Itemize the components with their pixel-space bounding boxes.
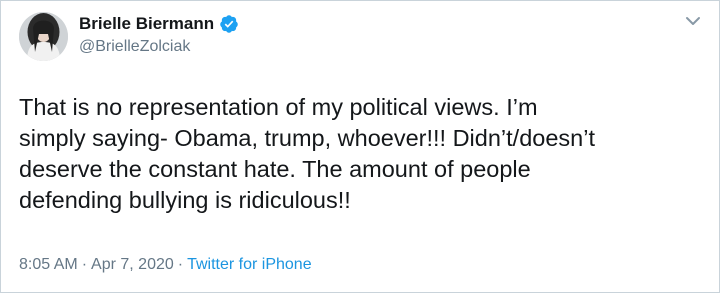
avatar-image: [19, 12, 68, 61]
tweet-date[interactable]: Apr 7, 2020: [91, 256, 174, 273]
separator: ·: [177, 256, 184, 273]
chevron-down-icon[interactable]: [685, 15, 701, 27]
tweet-time[interactable]: 8:05 AM: [19, 256, 78, 273]
author-name-row: Brielle Biermann: [79, 13, 239, 35]
tweet-metadata: 8:05 AM · Apr 7, 2020 · Twitter for iPhone: [19, 255, 312, 275]
tweet-text: That is no representation of my politica…: [19, 94, 595, 213]
author-handle[interactable]: @BrielleZolciak: [79, 37, 190, 57]
tweet-card: Brielle Biermann @BrielleZolciak That is…: [0, 0, 720, 293]
separator: ·: [81, 256, 88, 273]
tweet-source-link[interactable]: Twitter for iPhone: [187, 256, 312, 273]
avatar[interactable]: [19, 12, 68, 61]
display-name[interactable]: Brielle Biermann: [79, 13, 214, 35]
verified-badge-icon: [219, 14, 239, 34]
